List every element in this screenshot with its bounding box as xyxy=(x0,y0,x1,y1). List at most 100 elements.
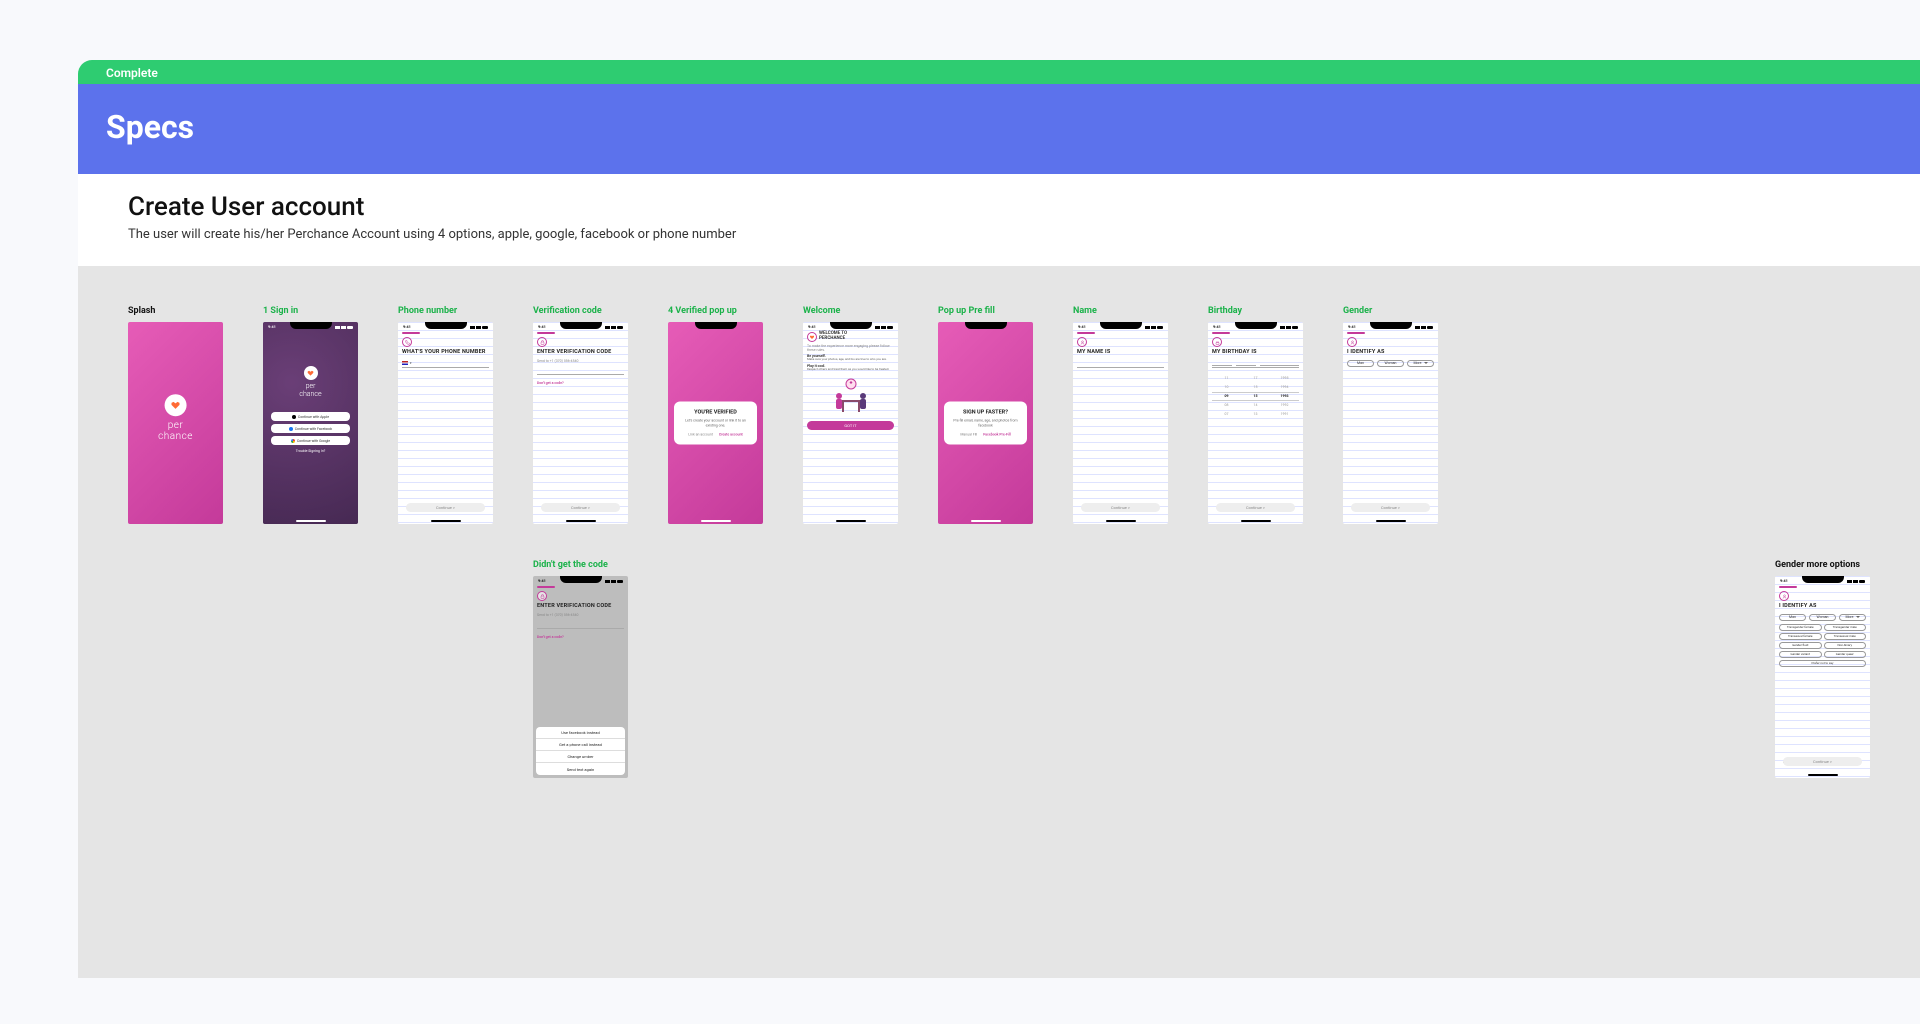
welcome-illustration xyxy=(807,375,894,417)
date-picker-wheel[interactable]: 11171995 10151994 09151993 08141992 0713… xyxy=(1212,374,1299,419)
didnt-get-code-link[interactable]: Don't get a code? xyxy=(537,635,624,639)
screen-verified-popup[interactable]: YOU'RE VERIFIED Let's create your accoun… xyxy=(668,322,763,524)
notch-icon xyxy=(695,322,737,329)
status-time: 9:41 xyxy=(1213,324,1221,329)
sheet-opt-change-number[interactable]: Change umber xyxy=(536,751,625,763)
screen-col-prefill: Pop up Pre fill SIGN UP FASTER? Pre-fill… xyxy=(938,306,1033,524)
continue-button[interactable]: Continue > xyxy=(541,503,620,512)
progress-stepper xyxy=(1077,332,1095,334)
facebook-prefill-link[interactable]: Facebook Pre-Fill xyxy=(983,433,1010,437)
screen-col-verified: 4 Verified pop up YOU'RE VERIFIED Let's … xyxy=(668,306,763,524)
welcome-intro: To make the experience more engaging ple… xyxy=(807,344,894,352)
prefill-card: SIGN UP FASTER? Pre-fill email, name, ag… xyxy=(944,402,1027,445)
continue-with-facebook-button[interactable]: Continue with Facebook xyxy=(271,424,350,433)
screen-gender-more[interactable]: 9:41 I IDENTIFY AS Man Woman More Transg… xyxy=(1775,576,1870,778)
verify-title: ENTER VERIFICATION CODE xyxy=(537,603,624,609)
user-step-icon xyxy=(1779,591,1789,601)
continue-button[interactable]: Continue > xyxy=(1783,757,1862,766)
sheet-opt-facebook[interactable]: Use facebook instead xyxy=(536,727,625,739)
gender-opt[interactable]: Gender queer xyxy=(1824,651,1867,658)
gender-title: I IDENTIFY AS xyxy=(1779,603,1866,609)
screen-signin[interactable]: 9:41 perchance Continue with Apple Conti… xyxy=(263,322,358,524)
screen-gender[interactable]: 9:41 I IDENTIFY AS Man Woman More Contin… xyxy=(1343,322,1438,524)
status-icons xyxy=(605,579,623,583)
gender-opt[interactable]: Non-binary xyxy=(1824,642,1867,649)
apple-icon xyxy=(292,415,296,419)
facebook-icon xyxy=(289,427,293,431)
code-input[interactable] xyxy=(537,621,624,629)
lock-step-icon xyxy=(537,591,547,601)
create-account-link[interactable]: Create account xyxy=(719,433,743,437)
code-input[interactable] xyxy=(537,367,624,375)
sent-to-text: Send to +1 (370) 556-4540 xyxy=(537,613,624,617)
gender-options-expanded: Transgender female Transgender male Tran… xyxy=(1779,624,1866,667)
gender-more-chip[interactable]: More xyxy=(1839,614,1866,621)
continue-button[interactable]: Continue > xyxy=(1081,503,1160,512)
gender-opt[interactable]: Gender fluid xyxy=(1779,642,1822,649)
sheet-opt-send-again[interactable]: Send text again xyxy=(536,763,625,775)
screen-col-birthday: Birthday 9:41 MY BIRTHDAY IS 11171995 10… xyxy=(1208,306,1303,524)
progress-stepper xyxy=(402,332,420,334)
screen-splash[interactable]: perchance xyxy=(128,322,223,524)
phone-number-input[interactable]: ▾ xyxy=(402,360,489,368)
home-indicator-icon xyxy=(971,520,1001,522)
artboard-area[interactable]: Splash perchance 1 Sign in 9:41 xyxy=(78,266,1920,978)
continue-with-google-button[interactable]: Continue with Google xyxy=(271,436,350,445)
screen-welcome[interactable]: 9:41 WELCOME TOPERCHANCE To make the exp… xyxy=(803,322,898,524)
chevron-down-icon[interactable]: ▾ xyxy=(410,361,412,365)
screen-col-signin: 1 Sign in 9:41 perchance Continue with A… xyxy=(263,306,358,524)
notch-icon xyxy=(1370,322,1412,329)
screen-label: Gender xyxy=(1343,306,1438,316)
screen-prefill-popup[interactable]: SIGN UP FASTER? Pre-fill email, name, ag… xyxy=(938,322,1033,524)
screen-label: Welcome xyxy=(803,306,898,316)
gender-opt[interactable]: Gender variant xyxy=(1779,651,1822,658)
section-subtitle: The user will create his/her Perchance A… xyxy=(128,226,1870,244)
gender-man-chip[interactable]: Man xyxy=(1779,614,1806,621)
verified-title: YOU'RE VERIFIED xyxy=(680,410,751,416)
gender-opt[interactable]: Transexual male xyxy=(1824,633,1867,640)
status-icons xyxy=(1280,325,1298,329)
gender-opt[interactable]: Prefer not to say xyxy=(1779,660,1866,667)
continue-button[interactable]: Continue > xyxy=(1351,503,1430,512)
country-flag-icon[interactable] xyxy=(402,361,408,365)
phone-step-icon xyxy=(402,337,412,347)
prefill-title: SIGN UP FASTER? xyxy=(950,410,1021,416)
screen-phone-number[interactable]: 9:41 WHAT'S YOUR PHONE NUMBER ▾ Continue… xyxy=(398,322,493,524)
screen-name[interactable]: 9:41 MY NAME IS Continue > xyxy=(1073,322,1168,524)
name-input[interactable] xyxy=(1077,360,1164,368)
birthday-input[interactable] xyxy=(1212,360,1299,368)
trouble-signing-in-link[interactable]: Trouble Signing In? xyxy=(271,449,350,453)
gender-more-chip[interactable]: More xyxy=(1407,360,1434,367)
continue-button[interactable]: Continue > xyxy=(1216,503,1295,512)
gender-woman-chip[interactable]: Woman xyxy=(1809,614,1836,621)
screen-col-gender: Gender 9:41 I IDENTIFY AS Man Woman More xyxy=(1343,306,1438,524)
status-icons xyxy=(470,325,488,329)
gender-opt[interactable]: Transgender male xyxy=(1824,624,1867,631)
continue-with-apple-button[interactable]: Continue with Apple xyxy=(271,412,350,421)
gender-man-chip[interactable]: Man xyxy=(1347,360,1374,367)
screen-verification[interactable]: 9:41 ENTER VERIFICATION CODE Send to +1 … xyxy=(533,322,628,524)
sheet-opt-phone-call[interactable]: Get a phone call instead xyxy=(536,739,625,751)
continue-button[interactable]: Continue > xyxy=(406,503,485,512)
screen-col-verify: Verification code 9:41 ENTER VERIFICATIO… xyxy=(533,306,628,524)
brand-logo: perchance xyxy=(158,394,193,442)
notch-icon xyxy=(560,576,602,583)
status-time: 9:41 xyxy=(1078,324,1086,329)
didnt-get-code-link[interactable]: Don't get a code? xyxy=(537,381,624,385)
got-it-button[interactable]: GOT IT xyxy=(807,421,894,430)
gender-woman-chip[interactable]: Woman xyxy=(1377,360,1404,367)
link-account-link[interactable]: Link an account xyxy=(688,433,713,437)
status-label: Complete xyxy=(106,66,158,80)
verify-title: ENTER VERIFICATION CODE xyxy=(537,349,624,355)
gender-opt[interactable]: Transgender female xyxy=(1779,624,1822,631)
manual-fill-link[interactable]: Manual Fill xyxy=(960,433,977,437)
notch-icon xyxy=(425,322,467,329)
status-icons xyxy=(1415,325,1433,329)
screen-didnt-get-code[interactable]: 9:41 ENTER VERIFICATION CODE Send to +1 … xyxy=(533,576,628,778)
logo-icon xyxy=(807,332,817,342)
gender-opt[interactable]: Transexual female xyxy=(1779,633,1822,640)
notch-icon xyxy=(965,322,1007,329)
screen-birthday[interactable]: 9:41 MY BIRTHDAY IS 11171995 10151994 09… xyxy=(1208,322,1303,524)
verified-subtitle: Let's create your account or link it to … xyxy=(680,419,751,428)
status-icons xyxy=(1847,579,1865,583)
